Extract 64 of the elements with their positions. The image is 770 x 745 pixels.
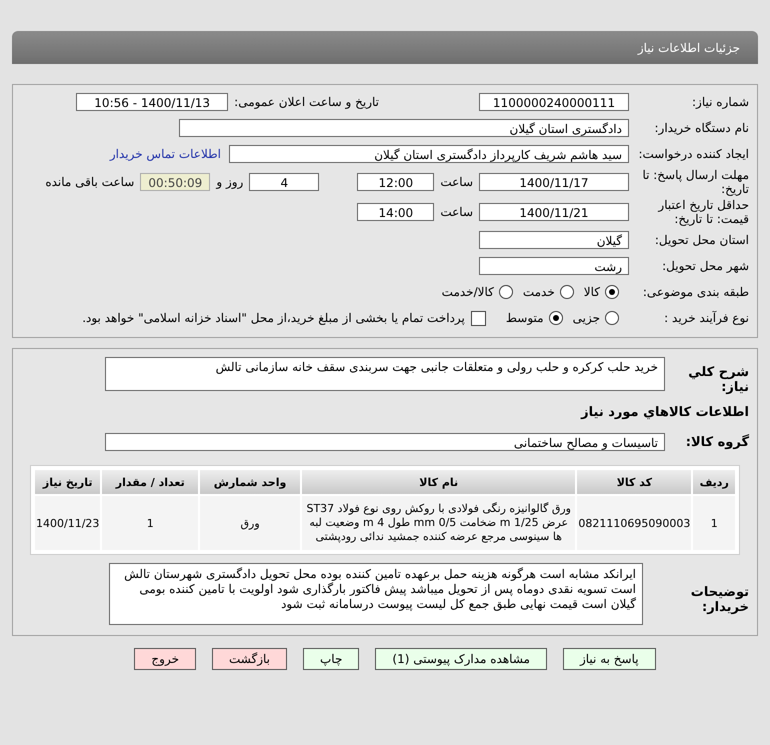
- contact-link[interactable]: اطلاعات تماس خریدار: [110, 147, 221, 161]
- field-label: استان محل تحویل:: [654, 233, 750, 247]
- checkbox-label: پرداخت تمام یا بخشی از مبلغ خرید،از محل "اسناد خزانه اسلامی" خواهد بود.: [82, 311, 465, 325]
- radio-button[interactable]: [560, 285, 574, 299]
- field-label: گروه کالا:: [684, 433, 749, 450]
- field-label: مهلت ارسال پاسخ: تا تاریخ:: [641, 168, 750, 196]
- text-field[interactable]: سید هاشم شریف کارپرداز دادگستری استان گیلان: [229, 145, 629, 163]
- text-field[interactable]: 1400/11/21: [479, 203, 629, 221]
- table-cell: ورق گالوانیزه رنگی فولادی با روکش روی نوع فولاد ST37 عرض m 1/25 ضخامت mm 0/5 طول m 4 وضعیت لبه ها سینوسی مرجع عرضه کننده جمشید ندائی رودپشتی: [302, 496, 576, 550]
- field-label: توضیحات خریدار:: [690, 584, 749, 615]
- checkbox[interactable]: [470, 310, 486, 326]
- text-field[interactable]: 14:00: [357, 203, 434, 221]
- radio-button[interactable]: [605, 311, 619, 325]
- field-label: حداقل تاریخ اعتبار قیمت: تا تاریخ:: [656, 198, 750, 226]
- field-label: روز و: [216, 175, 244, 189]
- table-cell: 1: [102, 496, 198, 550]
- table-cell: 1400/11/23: [35, 496, 100, 550]
- countdown-field[interactable]: 00:50:09: [140, 173, 210, 191]
- radio-button[interactable]: [498, 285, 513, 299]
- page-title: جزئیات اطلاعات نیاز: [638, 40, 740, 54]
- option-label: جزیی: [572, 311, 600, 325]
- option-label: کالا: [584, 285, 600, 299]
- action-button[interactable]: خروج: [134, 648, 196, 670]
- column-header: کد کالا: [577, 470, 692, 494]
- column-header: واحد شمارش: [200, 470, 300, 494]
- field-label: ساعت: [440, 205, 473, 219]
- description-field[interactable]: خرید حلب کرکره و حلب رولی و متعلقات جانبی جهت سربندی سقف خانه سازمانی تالش: [105, 357, 665, 391]
- text-field[interactable]: 12:00: [357, 173, 434, 191]
- field-label: شماره نیاز:: [691, 95, 750, 109]
- column-header: ردیف: [693, 470, 735, 494]
- section-heading: اطلاعات كالاهاي مورد نياز: [580, 404, 750, 422]
- text-field[interactable]: 4: [249, 173, 320, 191]
- column-header: تاریخ نیاز: [35, 470, 100, 494]
- table-cell: 1: [693, 496, 735, 550]
- field-label: شهر محل تحویل:: [661, 259, 750, 273]
- option-label: خدمت: [522, 285, 555, 299]
- radio-button[interactable]: [605, 285, 619, 299]
- text-field[interactable]: گیلان: [479, 231, 629, 249]
- option-label: کالا/خدمت: [442, 285, 494, 299]
- text-field[interactable]: دادگستری استان گیلان: [179, 119, 629, 137]
- text-field[interactable]: 1100000240000111: [479, 93, 629, 111]
- action-button[interactable]: بازگشت: [212, 648, 287, 670]
- field-label: ساعت باقی مانده: [45, 175, 134, 189]
- text-field[interactable]: رشت: [479, 257, 629, 275]
- field-label: تاریخ و ساعت اعلان عمومی:: [234, 95, 379, 109]
- table-cell: 0821110695090003: [577, 496, 692, 550]
- column-header: نام کالا: [302, 470, 576, 494]
- text-field[interactable]: 1400/11/17: [479, 173, 629, 191]
- text-field[interactable]: تاسیسات و مصالح ساختمانی: [105, 433, 665, 451]
- column-header: تعداد / مقدار: [102, 470, 198, 494]
- notes-field[interactable]: ایرانکد مشابه است هرگونه هزینه حمل برعهده تامین کننده بوده محل تحویل دادگستری شهرستان تالش است تسویه نقدی دوماه پس از تحویل میباشد پیش فاکتور بارگذاری شود اولویت با تامین کننده بومی گیلان است قیمت نهایی طبق جمع کل لیست پیوست درسامانه ثبت شود: [109, 563, 643, 625]
- field-label: ایجاد کننده درخواست:: [637, 147, 750, 161]
- action-button[interactable]: مشاهده مدارک پیوستی (1): [375, 648, 547, 670]
- field-label: نوع فرآیند خرید :: [663, 311, 750, 325]
- option-label: متوسط: [506, 311, 544, 325]
- table-cell: ورق: [200, 496, 300, 550]
- field-label: شرح کلي نياز:: [687, 364, 749, 395]
- field-label: نام دستگاه خریدار:: [654, 121, 750, 135]
- action-button[interactable]: چاپ: [303, 648, 360, 670]
- action-button[interactable]: پاسخ به نیاز: [562, 648, 656, 670]
- field-label: طبقه بندی موضوعی:: [642, 285, 750, 299]
- text-field[interactable]: 1400/11/13 - 10:56: [76, 93, 228, 111]
- field-label: ساعت: [440, 175, 473, 189]
- radio-button[interactable]: [548, 311, 563, 325]
